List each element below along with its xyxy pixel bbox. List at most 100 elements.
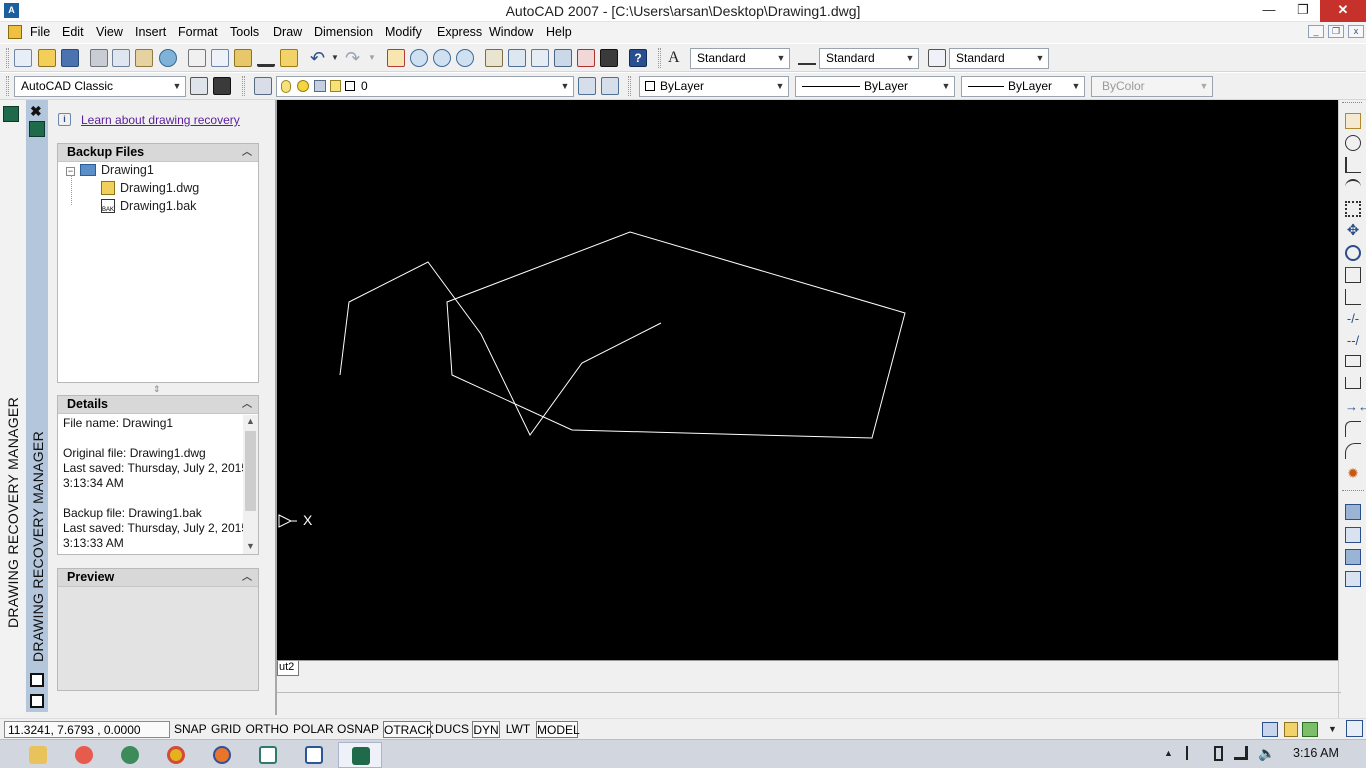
taskbar-settings[interactable] bbox=[108, 742, 152, 768]
network-icon[interactable] bbox=[1234, 746, 1248, 760]
stretch-icon[interactable] bbox=[1345, 289, 1361, 305]
command-line[interactable] bbox=[277, 676, 1341, 714]
palette-autohide-icon[interactable] bbox=[30, 673, 44, 687]
scroll-up-icon[interactable]: ▲ bbox=[246, 416, 255, 426]
text-style-icon[interactable]: A bbox=[668, 49, 680, 67]
menu-tools[interactable]: Tools bbox=[230, 25, 259, 39]
preview-header[interactable]: Preview ︿ bbox=[58, 569, 258, 587]
minimize-button[interactable]: — bbox=[1252, 0, 1286, 22]
tab-layout2[interactable]: ut2 bbox=[277, 661, 299, 676]
communication-center-icon[interactable] bbox=[1262, 722, 1278, 737]
table-style-icon[interactable] bbox=[928, 49, 946, 67]
details-header[interactable]: Details ︿ bbox=[58, 396, 258, 414]
dim-style-icon[interactable] bbox=[798, 51, 816, 65]
tool-palettes-icon[interactable] bbox=[531, 49, 549, 67]
taskbar-paint[interactable] bbox=[62, 742, 106, 768]
plot-icon[interactable] bbox=[90, 49, 108, 67]
publish-icon[interactable] bbox=[135, 49, 153, 67]
clean-screen-icon[interactable] bbox=[1346, 720, 1363, 737]
doc-restore-button[interactable]: ❐ bbox=[1328, 25, 1344, 38]
ortho-toggle[interactable]: ORTHO bbox=[245, 721, 289, 738]
toolbar-grip[interactable] bbox=[242, 76, 245, 96]
snap-toggle[interactable]: SNAP bbox=[174, 721, 207, 738]
layer-viewport-icon[interactable] bbox=[314, 80, 326, 92]
status-tray-icon[interactable] bbox=[1302, 722, 1318, 737]
drawing-canvas[interactable]: X bbox=[277, 100, 1338, 660]
doc-close-button[interactable]: x bbox=[1348, 25, 1364, 38]
menu-express[interactable]: Express bbox=[437, 25, 482, 39]
draw-order-back-icon[interactable] bbox=[1345, 527, 1361, 543]
dyn-toggle[interactable]: DYN bbox=[472, 721, 500, 738]
explode-icon[interactable]: ✹ bbox=[1345, 465, 1361, 481]
zoom-realtime-icon[interactable] bbox=[410, 49, 428, 67]
erase-icon[interactable] bbox=[1345, 113, 1361, 129]
battery-icon[interactable] bbox=[1214, 746, 1223, 761]
menu-window[interactable]: Window bbox=[489, 25, 533, 39]
taskbar-chrome[interactable] bbox=[154, 742, 198, 768]
toolbar-lock-icon[interactable] bbox=[1284, 722, 1298, 737]
markup-icon[interactable] bbox=[577, 49, 595, 67]
layer-select[interactable]: 0 ▼ bbox=[276, 76, 574, 97]
toolbar-grip[interactable] bbox=[1342, 490, 1364, 491]
layer-previous-icon[interactable] bbox=[601, 77, 619, 95]
taskbar-explorer[interactable] bbox=[16, 742, 60, 768]
draw-order-above-icon[interactable] bbox=[1345, 549, 1361, 565]
move-icon[interactable]: ✥ bbox=[1345, 223, 1361, 239]
toolbar-grip[interactable] bbox=[6, 48, 9, 68]
model-toggle[interactable]: MODEL bbox=[536, 721, 580, 738]
collapse-icon[interactable]: ︿ bbox=[242, 144, 252, 161]
text-style-select[interactable]: Standard ▼ bbox=[690, 48, 790, 69]
taskbar-app[interactable] bbox=[246, 742, 290, 768]
menu-help[interactable]: Help bbox=[546, 25, 572, 39]
extend-icon[interactable]: --/ bbox=[1345, 333, 1361, 349]
lineweight-select[interactable]: ByLayer ▼ bbox=[961, 76, 1085, 97]
tree-item-bak[interactable]: Drawing1.bak bbox=[120, 199, 196, 213]
menu-draw[interactable]: Draw bbox=[273, 25, 302, 39]
volume-icon[interactable]: 🔈 bbox=[1258, 745, 1275, 762]
scale-icon[interactable] bbox=[1345, 267, 1361, 283]
menu-insert[interactable]: Insert bbox=[135, 25, 166, 39]
break-at-point-icon[interactable] bbox=[1345, 355, 1361, 367]
doc-minimize-button[interactable]: _ bbox=[1308, 25, 1324, 38]
workspace-select[interactable]: AutoCAD Classic ▼ bbox=[14, 76, 186, 97]
taskbar-word[interactable] bbox=[292, 742, 336, 768]
menu-dimension[interactable]: Dimension bbox=[314, 25, 373, 39]
trim-icon[interactable]: -/- bbox=[1345, 311, 1361, 327]
action-center-icon[interactable] bbox=[1186, 746, 1198, 760]
polar-toggle[interactable]: POLAR bbox=[293, 721, 334, 738]
sheet-set-icon[interactable] bbox=[554, 49, 572, 67]
restore-button[interactable]: ❐ bbox=[1286, 0, 1320, 22]
help-icon[interactable]: ? bbox=[629, 49, 647, 67]
layer-manager-icon[interactable] bbox=[254, 77, 272, 95]
coordinates-display[interactable]: 11.3241, 7.6793 , 0.0000 bbox=[4, 721, 170, 738]
layer-on-icon[interactable] bbox=[281, 80, 291, 93]
clock[interactable]: 3:16 AM bbox=[1293, 746, 1339, 760]
chamfer-icon[interactable] bbox=[1345, 421, 1361, 437]
linetype-select[interactable]: ByLayer ▼ bbox=[795, 76, 955, 97]
scroll-down-icon[interactable]: ▼ bbox=[246, 541, 255, 551]
collapse-icon[interactable]: ︿ bbox=[242, 396, 252, 413]
menu-modify[interactable]: Modify bbox=[385, 25, 422, 39]
palette-close-icon[interactable]: ✖ bbox=[30, 103, 42, 120]
array-icon[interactable] bbox=[1345, 201, 1361, 217]
ducs-toggle[interactable]: DUCS bbox=[435, 721, 469, 738]
collapse-icon[interactable]: ︿ bbox=[242, 569, 252, 586]
lwt-toggle[interactable]: LWT bbox=[503, 721, 533, 738]
paste-icon[interactable] bbox=[234, 49, 252, 67]
menu-file[interactable]: File bbox=[30, 25, 50, 39]
grid-toggle[interactable]: GRID bbox=[210, 721, 242, 738]
tree-item-dwg[interactable]: Drawing1.dwg bbox=[120, 181, 199, 195]
toolbar-grip[interactable] bbox=[628, 76, 631, 96]
osnap-toggle[interactable]: OSNAP bbox=[336, 721, 380, 738]
layer-unlock-icon[interactable] bbox=[330, 80, 341, 92]
show-hidden-icons-icon[interactable]: ▲ bbox=[1164, 748, 1173, 758]
copy-icon[interactable] bbox=[211, 49, 229, 67]
scroll-thumb[interactable] bbox=[245, 431, 256, 511]
toolbar-grip[interactable] bbox=[658, 48, 661, 68]
otrack-toggle[interactable]: OTRACK bbox=[383, 721, 434, 738]
zoom-window-icon[interactable] bbox=[433, 49, 451, 67]
plot-preview-icon[interactable] bbox=[112, 49, 130, 67]
splitter-grip[interactable]: ⇕ bbox=[153, 384, 161, 395]
rotate-icon[interactable] bbox=[1345, 245, 1361, 261]
open-icon[interactable] bbox=[38, 49, 56, 67]
